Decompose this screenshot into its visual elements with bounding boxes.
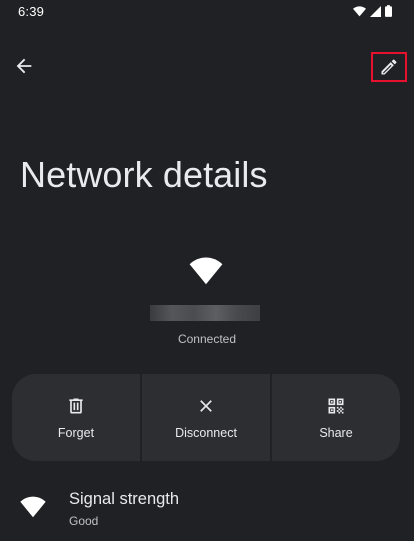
pencil-icon [381,59,397,75]
battery-icon [385,5,392,17]
wifi-icon [20,496,46,518]
network-name-redacted [150,305,260,321]
wifi-full-icon [189,257,223,285]
signal-strength-item[interactable]: Signal strength Good [0,482,414,538]
edit-button[interactable] [371,52,407,82]
cellular-signal-icon [370,5,381,17]
connection-status: Connected [177,332,237,346]
forget-label: Forget [57,425,95,440]
close-icon [200,399,212,412]
network-icon [188,256,224,286]
disconnect-button[interactable]: Disconnect [140,374,270,461]
status-bar: 6:39 [0,0,414,24]
signal-strength-title: Signal strength [69,490,180,508]
status-time: 6:39 [18,4,45,19]
wifi-icon [353,5,366,16]
forget-button[interactable]: Forget [12,374,140,461]
qr-code-icon [328,398,344,413]
signal-strength-value: Good [69,514,99,528]
trash-icon [69,398,83,413]
status-icons [353,5,392,17]
page-title: Network details [20,154,268,195]
action-buttons: Forget Disconnect Share [12,374,400,461]
share-button[interactable]: Share [270,374,400,461]
arrow-back-icon [16,58,32,74]
back-button[interactable] [8,50,40,82]
disconnect-label: Disconnect [175,425,237,440]
share-label: Share [319,425,353,440]
